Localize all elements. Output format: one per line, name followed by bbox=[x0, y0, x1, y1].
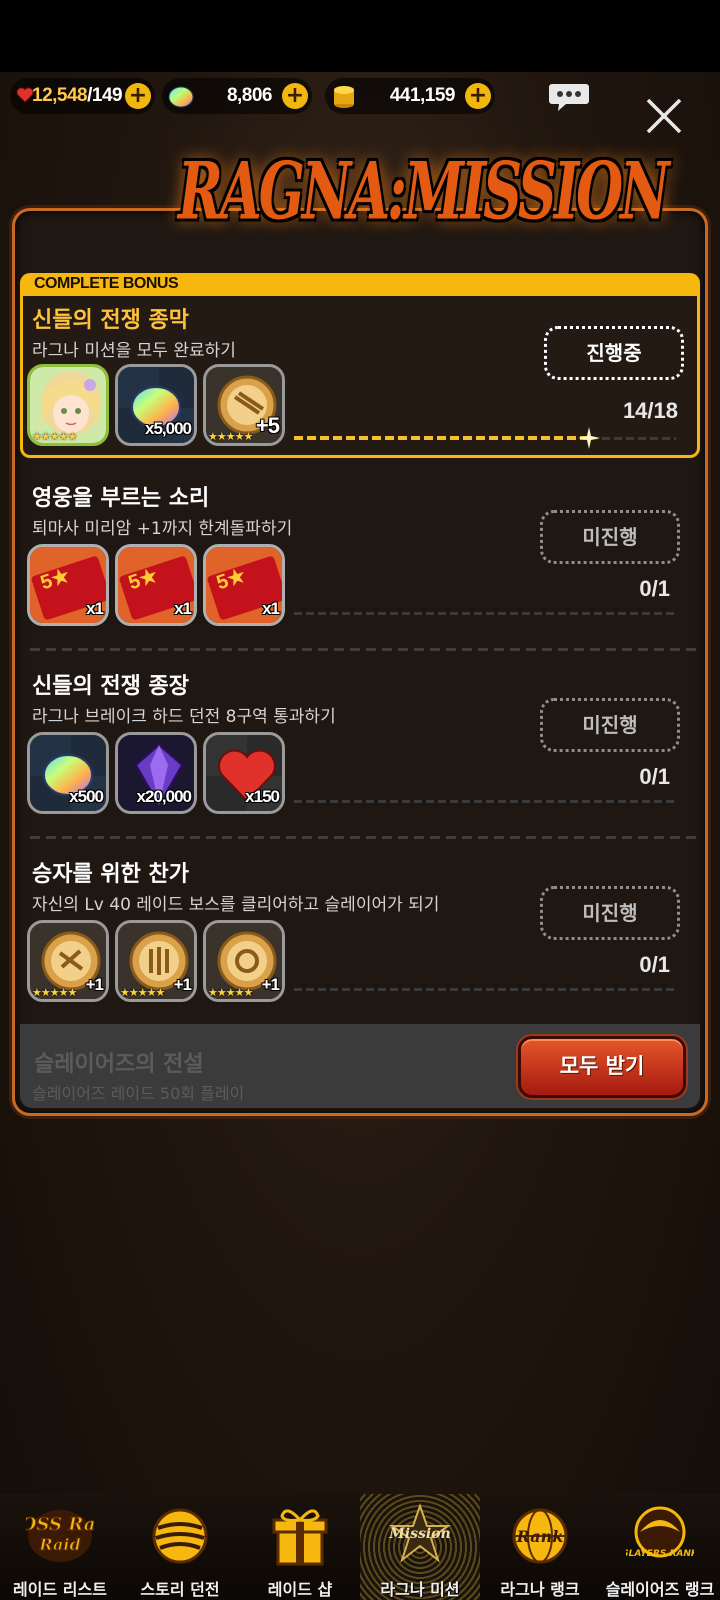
progress-bar-track bbox=[294, 800, 676, 803]
reward-stars: ★★★★★ bbox=[208, 430, 253, 443]
page-title-logo: RAGNA:MISSION bbox=[178, 126, 670, 256]
mission-description: 자신의 Lv 40 레이드 보스를 클리어하고 슬레이어가 되기 bbox=[32, 895, 440, 915]
reward-gold-medal[interactable]: +1 ★★★★★ bbox=[203, 920, 285, 1002]
nav-raid-shop[interactable]: 레이드 샵 bbox=[240, 1494, 360, 1600]
nav-label: 레이드 리스트 bbox=[13, 1580, 107, 1599]
progress-bar-fill bbox=[294, 436, 586, 440]
reward-quantity: x5,000 bbox=[145, 419, 192, 438]
status-not-started-button[interactable]: 미진행 bbox=[540, 886, 680, 940]
status-bar-area bbox=[0, 0, 720, 72]
mission-icon: Mission bbox=[388, 1502, 452, 1563]
add-stamina-button[interactable]: + bbox=[125, 83, 151, 109]
reward-stars: ★★★★★ bbox=[120, 986, 165, 999]
reward-quantity: x1 bbox=[262, 599, 280, 618]
stamina-max: /149 bbox=[87, 85, 123, 106]
reward-gold-medal[interactable]: +5 ★★★★★ bbox=[203, 364, 285, 446]
status-not-started-button[interactable]: 미진행 bbox=[540, 510, 680, 564]
progress-bar-track bbox=[590, 437, 676, 440]
mission-title: 승자를 위한 찬가 bbox=[32, 862, 189, 887]
mission-progress: 14/18 bbox=[622, 398, 678, 423]
reward-stars: ★★★★★ bbox=[208, 986, 253, 999]
faded-mission-description: 슬레이어즈 레이드 50회 플레이 bbox=[32, 1084, 245, 1103]
reward-quantity: +5 bbox=[255, 413, 280, 438]
nav-slayers-rank[interactable]: SLAYERS RANK 슬레이어즈 랭크 bbox=[600, 1494, 720, 1600]
close-icon[interactable] bbox=[644, 96, 684, 136]
reward-heart[interactable]: x150 bbox=[203, 732, 285, 814]
svg-text:SLAYERS RANK: SLAYERS RANK bbox=[626, 1549, 694, 1559]
complete-bonus-tab: COMPLETE BONUS bbox=[20, 273, 700, 297]
mission-title: 신들의 전쟁 종막 bbox=[32, 308, 189, 333]
status-not-started-button[interactable]: 미진행 bbox=[540, 698, 680, 752]
reward-quantity: x150 bbox=[245, 787, 280, 806]
bottom-navigation: BOSS Raid Raid 레이드 리스트 스토리 던전 레이드 샵 Miss… bbox=[0, 1494, 720, 1600]
claim-all-button[interactable]: 모두 받기 bbox=[518, 1036, 686, 1098]
reward-quantity: x500 bbox=[69, 787, 104, 806]
reward-rainbow-gem[interactable]: x500 bbox=[27, 732, 109, 814]
reward-gold-medal[interactable]: +1 ★★★★★ bbox=[27, 920, 109, 1002]
mission-progress: 0/1 bbox=[639, 576, 670, 601]
reward-rainbow-gem[interactable]: x5,000 bbox=[115, 364, 197, 446]
nav-label: 스토리 던전 bbox=[140, 1580, 220, 1599]
nav-label: 슬레이어즈 랭크 bbox=[605, 1580, 715, 1599]
reward-quantity: +1 bbox=[173, 975, 192, 994]
mission-description: 퇴마사 미리암 +1까지 한계돌파하기 bbox=[32, 519, 293, 539]
reward-quantity: +1 bbox=[261, 975, 280, 994]
reward-stars: ★★★★★ bbox=[32, 986, 77, 999]
reward-quantity: x20,000 bbox=[136, 787, 192, 806]
sparkle-icon bbox=[578, 427, 600, 449]
boss-raid-icon: BOSS Raid Raid bbox=[26, 1510, 94, 1562]
complete-bonus-label: COMPLETE BONUS bbox=[34, 275, 179, 292]
reward-ticket[interactable]: 5★ x1 bbox=[27, 544, 109, 626]
mission-description: 라그나 미션을 모두 완료하기 bbox=[32, 341, 236, 361]
reward-gold-medal[interactable]: +1 ★★★★★ bbox=[115, 920, 197, 1002]
nav-ragna-rank[interactable]: Rank 라그나 랭크 bbox=[480, 1494, 600, 1600]
reward-stars: ★★★★★ bbox=[32, 430, 77, 443]
stamina-current: 12,548 bbox=[32, 85, 88, 106]
progress-bar-track bbox=[294, 988, 676, 991]
svg-text:Raid: Raid bbox=[38, 1535, 80, 1554]
reward-ticket[interactable]: 5★ x1 bbox=[115, 544, 197, 626]
status-in-progress-button[interactable]: 진행중 bbox=[544, 326, 684, 380]
mission-progress: 0/1 bbox=[639, 764, 670, 789]
nav-label: 라그나 미션 bbox=[380, 1580, 460, 1599]
faded-mission-title: 슬레이어즈의 전설 bbox=[34, 1052, 204, 1077]
nav-story-dungeon[interactable]: 스토리 던전 bbox=[120, 1494, 240, 1600]
rank-globe-icon: Rank bbox=[512, 1508, 568, 1564]
mission-title: 영웅을 부르는 소리 bbox=[32, 486, 210, 511]
chat-bubble-icon[interactable] bbox=[548, 82, 590, 112]
progress-bar-track bbox=[294, 612, 676, 615]
svg-text:BOSS Raid: BOSS Raid bbox=[26, 1514, 94, 1535]
nav-label: 라그나 랭크 bbox=[500, 1580, 580, 1599]
mission-progress: 0/1 bbox=[639, 952, 670, 977]
gift-icon bbox=[272, 1509, 328, 1566]
mission-divider bbox=[30, 648, 700, 651]
mission-description: 라그나 브레이크 하드 던전 8구역 통과하기 bbox=[32, 707, 336, 727]
story-dungeon-icon bbox=[152, 1508, 208, 1564]
reward-ticket[interactable]: 5★ x1 bbox=[203, 544, 285, 626]
stamina-counter: 12,548/149 + bbox=[10, 78, 155, 114]
mission-title: 신들의 전쟁 종장 bbox=[32, 674, 189, 699]
mission-divider bbox=[30, 836, 700, 839]
svg-text:Mission: Mission bbox=[388, 1526, 450, 1542]
nav-label: 레이드 샵 bbox=[267, 1580, 333, 1599]
nav-ragna-mission[interactable]: Mission 라그나 미션 bbox=[360, 1494, 480, 1600]
svg-text:Rank: Rank bbox=[516, 1527, 564, 1546]
reward-quantity: +1 bbox=[85, 975, 104, 994]
reward-purple-gem[interactable]: x20,000 bbox=[115, 732, 197, 814]
reward-quantity: x1 bbox=[174, 599, 192, 618]
reward-quantity: x1 bbox=[86, 599, 104, 618]
nav-raid-list[interactable]: BOSS Raid Raid 레이드 리스트 bbox=[0, 1494, 120, 1600]
reward-character-portrait[interactable]: ★★★★★ bbox=[27, 364, 109, 446]
slayers-rank-icon: SLAYERS RANK bbox=[626, 1506, 694, 1559]
page-title: RAGNA:MISSION bbox=[178, 144, 670, 238]
